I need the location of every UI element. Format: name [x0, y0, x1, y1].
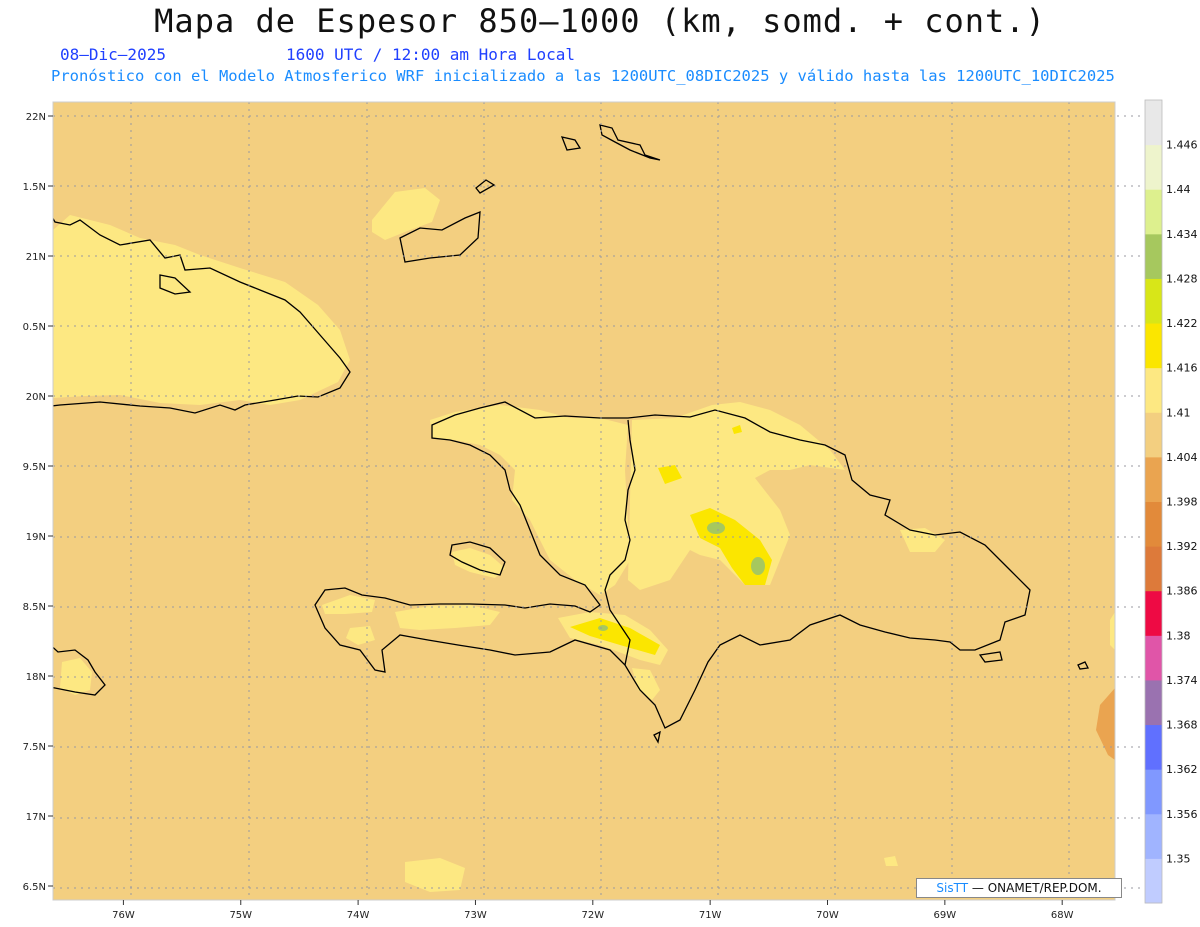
lon-tick-label: 71W: [699, 910, 722, 921]
lon-tick-label: 72W: [581, 910, 604, 921]
lat-tick-label: 8.5N: [23, 602, 46, 613]
colorbar-band: [1145, 724, 1162, 770]
lat-tick-label: 7.5N: [23, 742, 46, 753]
lon-tick-label: 73W: [464, 910, 487, 921]
lat-tick-label: 22N: [26, 112, 46, 123]
colorbar-label: 1.392: [1166, 540, 1198, 553]
lat-tick-label: 9.5N: [23, 462, 46, 473]
colorbar-band: [1145, 769, 1162, 815]
colorbar-label: 1.434: [1166, 228, 1198, 241]
longitude-axis: 76W 75W 74W 73W 72W 71W 70W 69W 68W: [112, 900, 1074, 921]
thickness-map: 76W 75W 74W 73W 72W 71W 70W 69W 68W 22N 1.5N 21N 0.…: [23, 99, 1198, 921]
colorbar-band: [1145, 501, 1162, 547]
colorbar-label: 1.38: [1166, 629, 1191, 642]
lat-tick-label: 6.5N: [23, 882, 46, 893]
credit-brand: SisTT: [936, 881, 969, 895]
credit-org: — ONAMET/REP.DOM.: [971, 881, 1102, 895]
lon-tick-label: 70W: [816, 910, 839, 921]
colorbar-label: 1.416: [1166, 362, 1198, 375]
colorbar-band: [1145, 546, 1162, 592]
colorbar-label: 1.41: [1166, 406, 1191, 419]
lat-tick-label: 20N: [26, 392, 46, 403]
colorbar-band: [1145, 412, 1162, 458]
colorbar-label: 1.422: [1166, 317, 1198, 330]
lat-tick-label: 1.5N: [23, 182, 46, 193]
lat-tick-label: 0.5N: [23, 322, 46, 333]
latitude-axis: 22N 1.5N 21N 0.5N 20N 9.5N 19N 8.5N 18N 7.5N 17N 6.…: [23, 112, 53, 893]
colorbar-label: 1.398: [1166, 496, 1198, 509]
lon-tick-label: 75W: [229, 910, 252, 921]
colorbar-band: [1145, 323, 1162, 369]
colorbar-label: 1.368: [1166, 719, 1198, 732]
colorbar-band: [1145, 679, 1162, 726]
colorbar-label: 1.35: [1166, 852, 1191, 865]
colorbar-label: 1.356: [1166, 808, 1198, 821]
colorbar-band: [1145, 813, 1162, 859]
lon-tick-label: 76W: [112, 910, 135, 921]
colorbar-band: [1145, 144, 1162, 190]
lon-tick-label: 69W: [934, 910, 957, 921]
colorbar-label: 1.362: [1166, 763, 1198, 776]
colorbar: 1.35 1.356 1.362 1.368 1.374 1.38 1.386 1.392 1.…: [1144, 99, 1198, 904]
colorbar-band: [1145, 590, 1162, 636]
lon-tick-label: 74W: [347, 910, 370, 921]
colorbar-band: [1145, 858, 1162, 904]
colorbar-band: [1145, 100, 1162, 146]
colorbar-band: [1145, 189, 1162, 235]
colorbar-band: [1145, 635, 1162, 681]
colorbar-label: 1.404: [1166, 451, 1198, 464]
lat-tick-label: 19N: [26, 532, 46, 543]
colorbar-label: 1.428: [1166, 272, 1198, 285]
colorbar-band: [1145, 278, 1162, 324]
colorbar-band: [1145, 233, 1162, 279]
lat-tick-label: 18N: [26, 672, 46, 683]
duarte-peak-core: [707, 522, 725, 534]
central-valley-core: [751, 557, 765, 575]
colorbar-band: [1145, 367, 1162, 413]
credit-box: SisTT — ONAMET/REP.DOM.: [916, 878, 1122, 898]
colorbar-band: [1145, 456, 1162, 502]
colorbar-label: 1.446: [1166, 139, 1198, 152]
colorbar-label: 1.374: [1166, 674, 1198, 687]
lon-tick-label: 68W: [1051, 910, 1074, 921]
lat-tick-label: 21N: [26, 252, 46, 263]
lat-tick-label: 17N: [26, 812, 46, 823]
baoruco-core: [598, 625, 608, 631]
colorbar-label: 1.44: [1166, 183, 1191, 196]
colorbar-label: 1.386: [1166, 585, 1198, 598]
